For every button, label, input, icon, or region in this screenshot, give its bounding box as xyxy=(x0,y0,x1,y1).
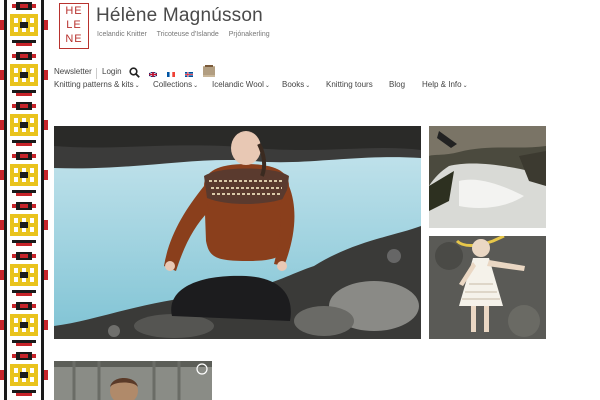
nav-label: Help & Info xyxy=(422,80,462,89)
site-tagline: Icelandic Knitter Tricoteuse d'Islande P… xyxy=(97,31,278,38)
chevron-down-icon: ⌄ xyxy=(134,83,140,89)
hero-photo-graphic xyxy=(54,126,421,339)
nav-item-blog[interactable]: Blog xyxy=(389,80,405,89)
pattern-border-graphic xyxy=(0,0,48,400)
nav-item-help-info[interactable]: Help & Info⌄ xyxy=(422,80,468,89)
nav-item-books[interactable]: Books⌄ xyxy=(282,80,310,89)
site-logo[interactable]: HE LE NE xyxy=(59,3,89,49)
doll-photo-graphic xyxy=(429,236,546,339)
nav-label: Collections xyxy=(153,80,193,89)
site-title[interactable]: Hélène Magnússon xyxy=(96,5,263,27)
tagline-fr: Tricoteuse d'Islande xyxy=(156,31,219,38)
nav-label: Blog xyxy=(389,80,406,89)
chevron-down-icon: ⌄ xyxy=(193,83,199,89)
nav-label: Books xyxy=(282,80,305,89)
chevron-down-icon: ⌄ xyxy=(462,83,468,89)
nav-item-icelandic-wool[interactable]: Icelandic Wool⌄ xyxy=(212,80,270,89)
nav-item-knitting-patterns[interactable]: Knitting patterns & kits⌄ xyxy=(54,80,140,89)
hero-photo[interactable] xyxy=(54,126,421,339)
flag-uk-icon[interactable] xyxy=(148,70,158,78)
divider xyxy=(96,68,97,79)
flag-iceland-icon[interactable] xyxy=(185,70,193,77)
nav-label: Icelandic Wool xyxy=(212,80,264,89)
bottom-photo[interactable] xyxy=(54,361,212,400)
nav-item-collections[interactable]: Collections⌄ xyxy=(153,80,198,89)
tagline-en: Icelandic Knitter xyxy=(97,31,147,38)
doll-photo[interactable] xyxy=(429,236,546,339)
decorative-pattern-border xyxy=(0,0,48,400)
chevron-down-icon: ⌄ xyxy=(264,83,270,89)
bottom-photo-graphic xyxy=(54,361,212,400)
search-icon[interactable] xyxy=(129,67,140,78)
waterfall-photo[interactable] xyxy=(429,126,546,228)
logo-line: NE xyxy=(65,33,83,45)
wool-icon[interactable] xyxy=(202,64,216,78)
flag-france-icon[interactable] xyxy=(167,70,175,77)
chevron-down-icon: ⌄ xyxy=(305,83,311,89)
logo-line: LE xyxy=(66,19,82,31)
nav-item-knitting-tours[interactable]: Knitting tours xyxy=(326,80,373,89)
nav-label: Knitting tours xyxy=(326,80,373,89)
newsletter-link[interactable]: Newsletter xyxy=(54,67,92,76)
tagline-is: Prjónakerling xyxy=(228,31,270,38)
waterfall-photo-graphic xyxy=(429,126,546,228)
logo-line: HE xyxy=(65,5,83,17)
login-link[interactable]: Login xyxy=(102,67,122,76)
nav-label: Knitting patterns & kits xyxy=(54,80,134,89)
